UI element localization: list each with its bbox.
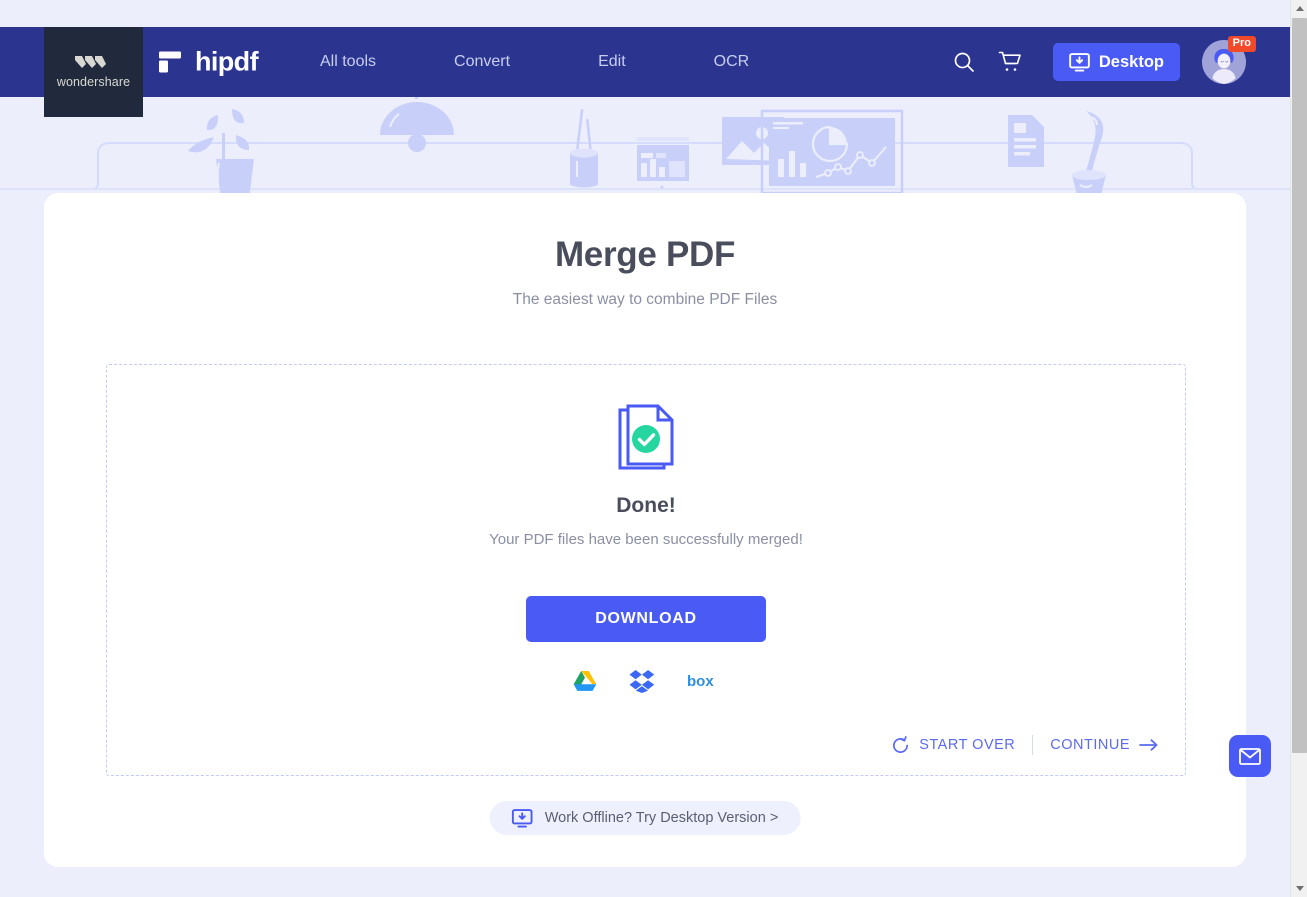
- google-drive-icon: [573, 671, 597, 691]
- top-strip: [0, 0, 1290, 27]
- result-panel: Done! Your PDF files have been successfu…: [106, 364, 1186, 776]
- result-heading: Done!: [616, 494, 676, 517]
- continue-link[interactable]: CONTINUE: [1050, 737, 1159, 753]
- dropbox-button[interactable]: [629, 669, 655, 693]
- nav-all-tools[interactable]: All tools: [300, 53, 396, 71]
- box-button[interactable]: box: [687, 672, 719, 690]
- primary-navigation: All tools Convert Edit OCR: [300, 27, 769, 97]
- svg-text:box: box: [687, 673, 714, 690]
- search-button[interactable]: [941, 39, 987, 85]
- wondershare-label: wondershare: [56, 75, 131, 89]
- hipdf-brand[interactable]: hipdf: [158, 46, 259, 78]
- search-icon: [954, 52, 974, 72]
- header-actions: Desktop Pro: [941, 27, 1256, 97]
- hipdf-logo-icon: [159, 51, 181, 72]
- main-card: Merge PDF The easiest way to combine PDF…: [44, 193, 1246, 867]
- scroll-down-arrow[interactable]: [1291, 880, 1307, 897]
- restart-icon: [893, 735, 909, 753]
- hipdf-wordmark: hipdf: [195, 46, 259, 77]
- document-success-icon: [618, 404, 674, 470]
- continue-label: CONTINUE: [1050, 737, 1130, 753]
- download-desktop-icon: [1069, 52, 1090, 71]
- scroll-down-icon: [1295, 886, 1304, 891]
- desktop-button-label: Desktop: [1098, 52, 1164, 71]
- result-description: Your PDF files have been successfully me…: [489, 531, 803, 548]
- wondershare-brand-block[interactable]: wondershare: [44, 27, 143, 117]
- cart-icon: [998, 51, 1021, 71]
- nav-convert[interactable]: Convert: [434, 53, 530, 71]
- wondershare-logo-icon: [74, 56, 106, 68]
- scroll-up-arrow[interactable]: [1291, 0, 1307, 17]
- desktop-download-button[interactable]: Desktop: [1052, 43, 1180, 81]
- vertical-scrollbar[interactable]: [1290, 0, 1307, 897]
- start-over-link[interactable]: START OVER: [891, 735, 1016, 755]
- site-header: wondershare hipdf All tools Convert Edit…: [0, 27, 1290, 117]
- cart-button[interactable]: [987, 39, 1033, 85]
- download-button[interactable]: DOWNLOAD: [526, 596, 766, 642]
- result-actions: START OVER CONTINUE: [891, 735, 1159, 755]
- page-root: wondershare hipdf All tools Convert Edit…: [0, 0, 1307, 897]
- mail-feedback-button[interactable]: [1229, 735, 1271, 777]
- arrow-right-icon: [1139, 739, 1158, 751]
- account-avatar-button[interactable]: Pro: [1202, 36, 1256, 84]
- download-desktop-icon: [511, 808, 533, 827]
- google-drive-button[interactable]: [573, 670, 597, 692]
- offline-desktop-banner[interactable]: Work Offline? Try Desktop Version >: [489, 801, 801, 835]
- page-subtitle: The easiest way to combine PDF Files: [512, 291, 778, 308]
- cloud-save-options: box: [107, 669, 1185, 693]
- page-title: Merge PDF: [554, 235, 736, 274]
- nav-edit[interactable]: Edit: [578, 53, 646, 71]
- nav-ocr[interactable]: OCR: [694, 53, 770, 71]
- dropbox-icon: [629, 670, 655, 693]
- scroll-up-icon: [1295, 6, 1304, 11]
- scroll-thumb[interactable]: [1292, 18, 1307, 753]
- pro-badge: Pro: [1227, 36, 1256, 52]
- start-over-label: START OVER: [919, 737, 1016, 753]
- envelope-icon: [1239, 747, 1261, 765]
- box-icon: box: [687, 673, 714, 690]
- offline-banner-label: Work Offline? Try Desktop Version >: [544, 810, 779, 826]
- actions-separator: [1032, 735, 1034, 755]
